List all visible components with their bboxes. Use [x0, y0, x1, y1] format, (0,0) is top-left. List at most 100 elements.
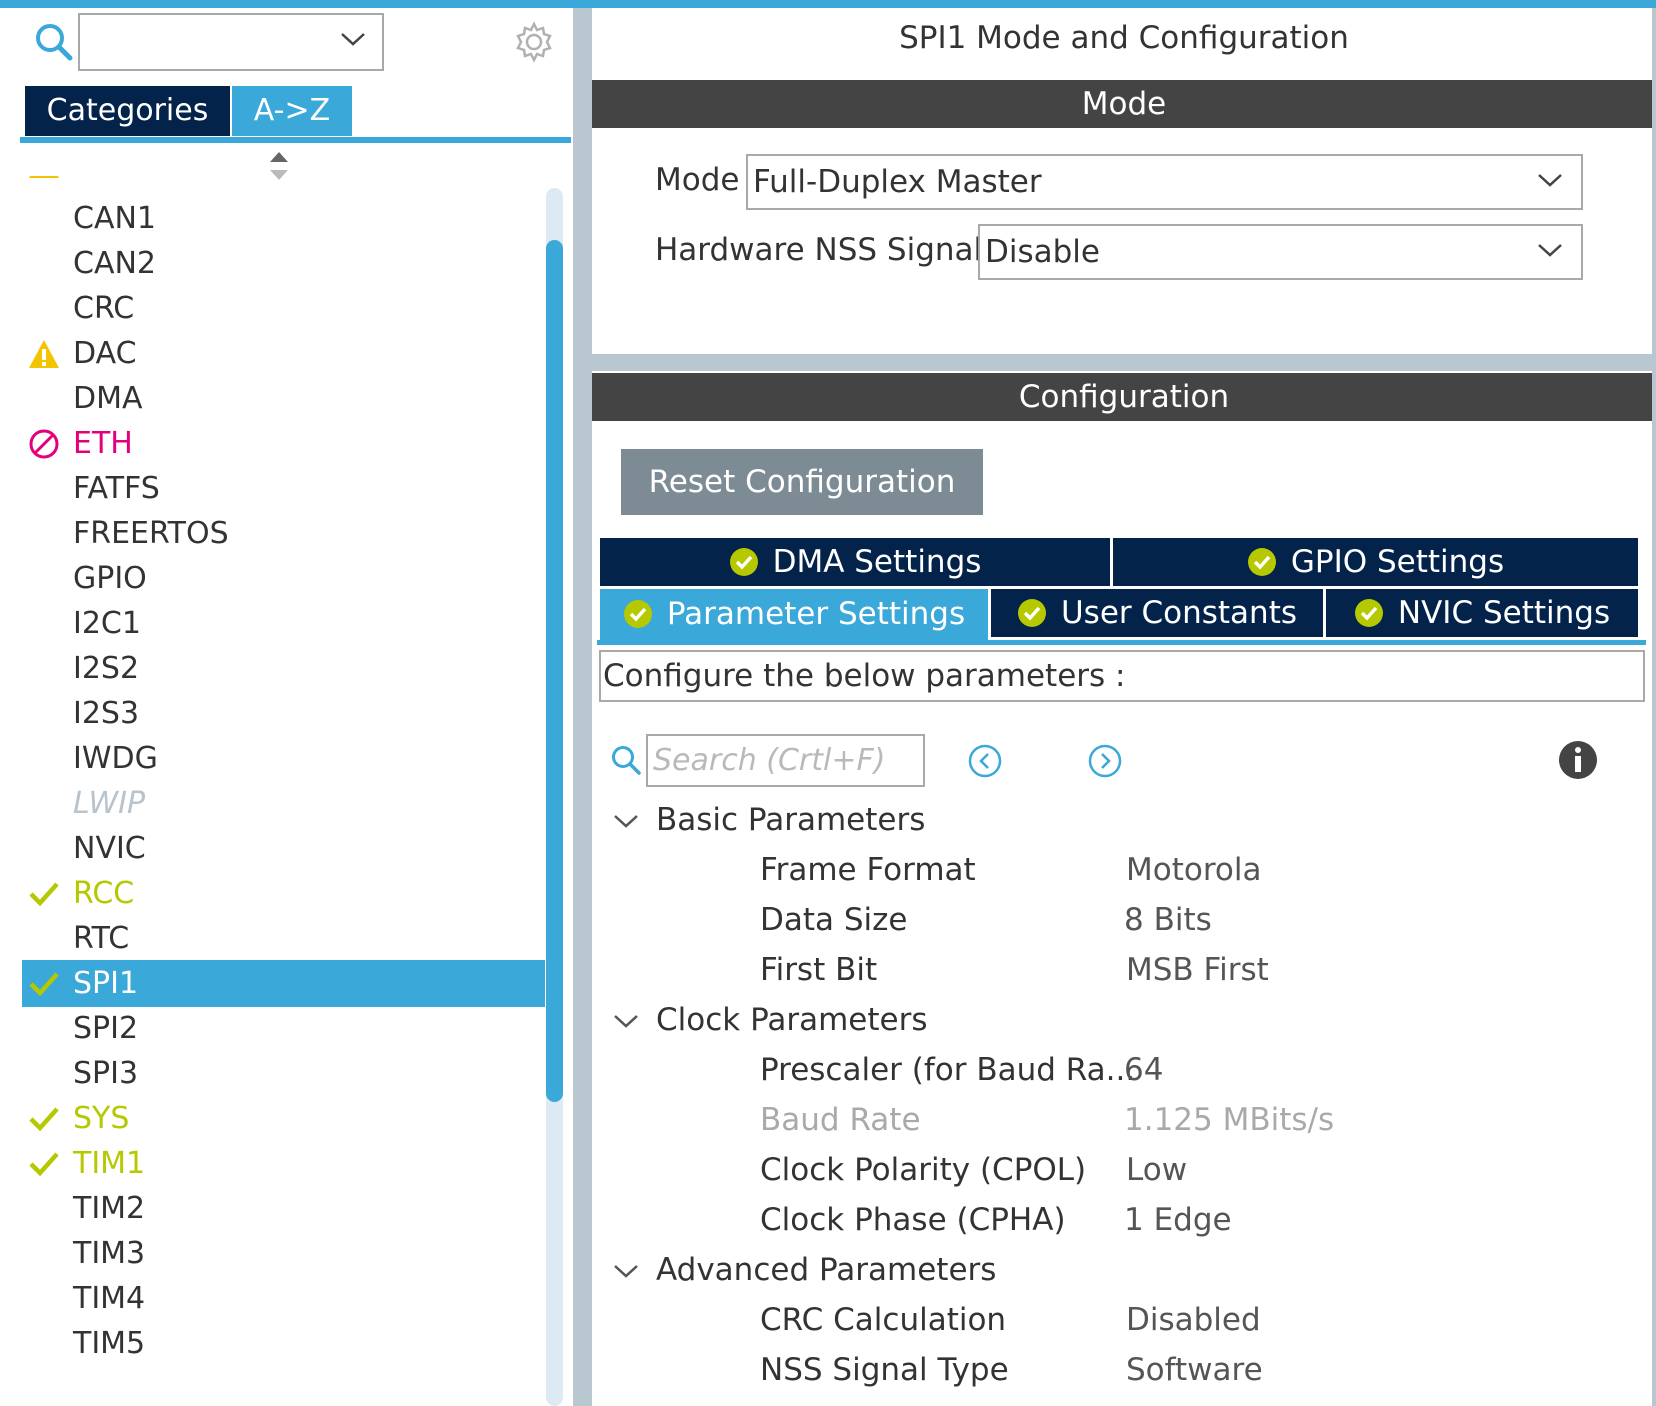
list-item-label: TIM2 — [73, 1191, 146, 1226]
list-item-label: FATFS — [73, 471, 160, 506]
list-item[interactable]: CAN1 — [22, 195, 547, 242]
info-icon[interactable] — [1558, 740, 1598, 780]
reset-configuration-button[interactable]: Reset Configuration — [621, 449, 983, 515]
tab-categories[interactable]: Categories — [25, 86, 230, 136]
list-item[interactable]: FATFS — [22, 465, 547, 512]
param-cpol-name[interactable]: Clock Polarity (CPOL) — [760, 1152, 1086, 1188]
list-item-label: DAC — [73, 336, 137, 371]
list-item[interactable]: TIM3 — [22, 1230, 547, 1277]
list-item-label: CAN1 — [73, 201, 156, 236]
list-item-label: DMA — [73, 381, 143, 416]
peripheral-list: ADC2 CAN1 CAN2 CRC DAC DMA ETH FATFS FRE… — [22, 176, 547, 1406]
mode-header: Mode — [592, 80, 1656, 128]
group-advanced-parameters[interactable]: Advanced Parameters — [656, 1252, 996, 1288]
param-crc-calculation-name[interactable]: CRC Calculation — [760, 1302, 1006, 1338]
list-item[interactable]: DAC — [22, 330, 547, 377]
parameter-search-input[interactable]: Search (Crtl+F) — [646, 734, 925, 787]
param-baud-rate-value: 1.125 MBits/s — [1124, 1102, 1335, 1138]
tab-label: Parameter Settings — [666, 596, 966, 632]
list-item-label: TIM1 — [73, 1146, 146, 1181]
tab-user-constants[interactable]: User Constants — [991, 589, 1323, 637]
parameters-description: Configure the below parameters : — [599, 650, 1645, 702]
list-item[interactable]: SPI3 — [22, 1050, 547, 1097]
param-frame-format-value[interactable]: Motorola — [1126, 852, 1261, 888]
list-item-label: IWDG — [73, 741, 158, 776]
group-basic-parameters[interactable]: Basic Parameters — [656, 802, 925, 838]
param-prescaler-value[interactable]: 64 — [1124, 1052, 1163, 1088]
list-item-label: TIM5 — [73, 1326, 146, 1361]
param-nss-signal-type-value[interactable]: Software — [1126, 1352, 1263, 1388]
chevron-down-icon[interactable] — [613, 1263, 639, 1279]
tab-parameter-settings[interactable]: Parameter Settings — [600, 589, 988, 640]
param-crc-calculation-value[interactable]: Disabled — [1126, 1302, 1261, 1338]
tab-label: DMA Settings — [772, 544, 982, 580]
list-item[interactable]: ADC2 — [22, 176, 547, 187]
list-item[interactable]: CRC — [22, 285, 547, 332]
list-item[interactable]: IWDG — [22, 735, 547, 782]
param-data-size-name[interactable]: Data Size — [760, 902, 908, 938]
list-item[interactable]: TIM2 — [22, 1185, 547, 1232]
chevron-down-icon — [1538, 244, 1562, 257]
param-nss-signal-type-name[interactable]: NSS Signal Type — [760, 1352, 1009, 1388]
checkmark-icon — [29, 882, 59, 907]
list-item-label: LWIP — [73, 786, 146, 821]
next-result-icon[interactable] — [1088, 744, 1122, 778]
list-item[interactable]: TIM5 — [22, 1320, 547, 1367]
list-item-label: SYS — [73, 1101, 130, 1136]
check-circle-icon — [1354, 598, 1383, 627]
list-item-label: RTC — [73, 921, 130, 956]
list-item-label: CRC — [73, 291, 135, 326]
mode-select[interactable]: Full-Duplex Master — [746, 154, 1583, 210]
list-item[interactable]: I2S2 — [22, 645, 547, 692]
sidebar-scrollbar-thumb[interactable] — [546, 240, 563, 1102]
check-circle-icon — [729, 547, 758, 576]
param-cpol-value[interactable]: Low — [1126, 1152, 1187, 1188]
section-separator — [592, 354, 1656, 371]
panel-splitter[interactable] — [573, 8, 592, 1406]
param-data-size-value[interactable]: 8 Bits — [1124, 902, 1212, 938]
param-first-bit-value[interactable]: MSB First — [1126, 952, 1269, 988]
param-first-bit-name[interactable]: First Bit — [760, 952, 877, 988]
previous-result-icon[interactable] — [968, 744, 1002, 778]
right-edge-border — [1652, 8, 1656, 1406]
list-item[interactable]: RCC — [22, 870, 547, 917]
param-prescaler-name[interactable]: Prescaler (for Baud Ra... — [760, 1052, 1135, 1088]
list-item[interactable]: FREERTOS — [22, 510, 547, 557]
list-item[interactable]: LWIP — [22, 780, 547, 827]
check-circle-icon — [623, 599, 652, 628]
tab-dma-settings[interactable]: DMA Settings — [600, 538, 1110, 586]
tab-a-to-z[interactable]: A->Z — [232, 86, 352, 136]
list-item[interactable]: NVIC — [22, 825, 547, 872]
list-item[interactable]: TIM1 — [22, 1140, 547, 1187]
sidebar-search-combo[interactable] — [78, 13, 384, 71]
list-item[interactable]: TIM4 — [22, 1275, 547, 1322]
group-clock-parameters[interactable]: Clock Parameters — [656, 1002, 928, 1038]
list-item-selected[interactable]: SPI1 — [22, 960, 545, 1007]
list-item[interactable]: RTC — [22, 915, 547, 962]
tab-gpio-settings[interactable]: GPIO Settings — [1113, 538, 1638, 586]
gear-icon[interactable] — [512, 20, 556, 64]
param-frame-format-name[interactable]: Frame Format — [760, 852, 976, 888]
chevron-down-icon[interactable] — [613, 1013, 639, 1029]
list-item[interactable]: CAN2 — [22, 240, 547, 287]
mode-select-value: Full-Duplex Master — [753, 164, 1042, 200]
list-item[interactable]: I2C1 — [22, 600, 547, 647]
search-icon[interactable] — [34, 22, 74, 62]
checkmark-icon — [29, 1107, 59, 1132]
warning-icon — [29, 340, 59, 368]
tab-label: User Constants — [1060, 595, 1298, 631]
param-cpha-value[interactable]: 1 Edge — [1124, 1202, 1232, 1238]
list-item[interactable]: ETH — [22, 420, 547, 467]
list-item[interactable]: DMA — [22, 375, 547, 422]
checkmark-icon — [29, 972, 59, 997]
list-item[interactable]: I2S3 — [22, 690, 547, 737]
list-item[interactable]: SPI2 — [22, 1005, 547, 1052]
list-item-label: SPI1 — [73, 966, 139, 1001]
search-icon[interactable] — [610, 744, 642, 776]
list-item[interactable]: GPIO — [22, 555, 547, 602]
param-cpha-name[interactable]: Clock Phase (CPHA) — [760, 1202, 1066, 1238]
chevron-down-icon[interactable] — [613, 813, 639, 829]
nss-signal-select[interactable]: Disable — [978, 224, 1583, 280]
tab-nvic-settings[interactable]: NVIC Settings — [1326, 589, 1638, 637]
list-item[interactable]: SYS — [22, 1095, 547, 1142]
